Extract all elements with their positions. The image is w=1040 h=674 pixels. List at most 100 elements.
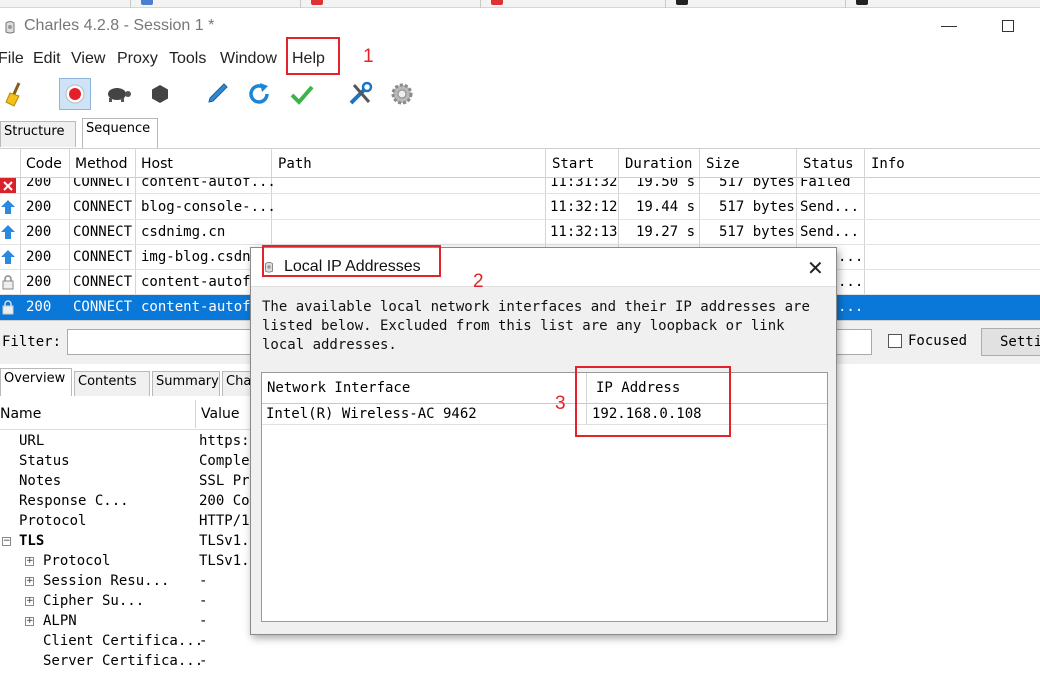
dialog-description: The available local network interfaces a… <box>262 299 810 353</box>
tree-value: SSL Pr <box>199 473 250 489</box>
sequence-table-header: Code Method Host Path Start Duration Siz… <box>0 148 1040 178</box>
upload-arrow-icon <box>1 250 15 264</box>
col-path[interactable]: Path <box>278 156 312 172</box>
col-code[interactable]: Code <box>26 156 62 172</box>
table-row[interactable]: Intel(R) Wireless-AC 9462 192.168.0.108 <box>262 404 827 425</box>
os-tab-strip <box>0 0 1040 8</box>
col-start[interactable]: Start <box>552 156 594 172</box>
title-bar: Charles 4.2.8 - Session 1 * <box>0 8 1040 46</box>
os-tab[interactable] <box>665 0 845 8</box>
menu-tools[interactable]: Tools <box>169 50 206 68</box>
clear-session-button[interactable] <box>0 78 32 110</box>
col-method[interactable]: Method <box>75 156 128 172</box>
maximize-button[interactable] <box>1002 20 1014 32</box>
repeat-button[interactable] <box>243 78 275 110</box>
col-status[interactable]: Status <box>803 156 854 172</box>
local-ip-dialog: Local IP Addresses ✕ The available local… <box>250 247 837 635</box>
col-network-interface[interactable]: Network Interface <box>267 380 410 396</box>
annotation-number-1: 1 <box>363 46 374 67</box>
tree-value: https: <box>199 433 250 449</box>
record-button[interactable] <box>59 78 91 110</box>
tree-item[interactable]: URL <box>19 433 44 449</box>
upload-arrow-icon <box>1 225 15 239</box>
pen-icon <box>208 83 228 103</box>
annotation-number-3: 3 <box>555 393 566 414</box>
tree-item[interactable]: Server Certifica... <box>43 653 203 669</box>
tree-value: - <box>199 653 208 669</box>
expand-toggle[interactable]: + <box>25 577 34 586</box>
focused-checkbox[interactable] <box>888 334 902 348</box>
tree-item[interactable]: Cipher Su... <box>43 593 144 609</box>
tree-item[interactable]: Status <box>19 453 70 469</box>
tree-item[interactable]: Protocol <box>43 553 110 569</box>
table-row[interactable]: 200 CONNECT content-autof... 11:31:32 19… <box>0 178 1040 194</box>
filter-label: Filter: <box>2 334 62 350</box>
close-icon[interactable]: ✕ <box>807 256 824 280</box>
tree-value: - <box>199 593 208 609</box>
interface-name: Intel(R) Wireless-AC 9462 <box>266 406 477 422</box>
validate-button[interactable] <box>286 78 318 110</box>
col-info[interactable]: Info <box>871 156 905 172</box>
tab-contents[interactable]: Contents <box>74 371 150 396</box>
expand-toggle[interactable]: + <box>25 617 34 626</box>
throttle-button[interactable] <box>102 78 134 110</box>
os-tab[interactable] <box>845 0 1040 8</box>
tab-sequence[interactable]: Sequence <box>82 118 158 148</box>
menu-window[interactable]: Window <box>220 50 277 68</box>
turtle-icon <box>108 88 131 102</box>
minimize-button[interactable] <box>941 26 957 27</box>
window-title: Charles 4.2.8 - Session 1 * <box>24 17 215 34</box>
tree-item[interactable]: Protocol <box>19 513 86 529</box>
tree-value: - <box>199 573 208 589</box>
tab-structure[interactable]: Structure <box>0 121 76 147</box>
menu-edit[interactable]: Edit <box>33 50 61 68</box>
toolbar <box>0 74 1040 114</box>
os-tab[interactable] <box>300 0 480 8</box>
tree-item[interactable]: ALPN <box>43 613 77 629</box>
table-row[interactable]: 200 CONNECT csdnimg.cn 11:32:13 19.27 s … <box>0 220 1040 245</box>
col-duration[interactable]: Duration <box>625 156 692 172</box>
settings-button[interactable]: Setti <box>981 328 1040 356</box>
tree-value: TLSv1. <box>199 533 250 549</box>
col-host[interactable]: Host <box>141 156 173 172</box>
os-tab[interactable] <box>130 0 300 8</box>
lock-icon <box>2 300 14 315</box>
ip-address-table: Network Interface IP Address Intel(R) Wi… <box>261 372 828 622</box>
table-row[interactable]: 200 CONNECT blog-console-... 11:32:12 19… <box>0 195 1040 220</box>
tree-item[interactable]: Notes <box>19 473 61 489</box>
annotation-box-ip-address <box>575 366 731 437</box>
error-x-icon <box>0 178 16 193</box>
tree-item[interactable]: Response C... <box>19 493 129 509</box>
settings-button[interactable] <box>386 78 418 110</box>
annotation-box-dialog-title <box>262 245 441 277</box>
menu-view[interactable]: View <box>71 50 105 68</box>
breakpoints-button[interactable] <box>144 78 176 110</box>
menu-file[interactable]: File <box>0 50 24 68</box>
refresh-icon <box>249 83 269 104</box>
tab-summary[interactable]: Summary <box>152 371 220 396</box>
tree-item[interactable]: Client Certifica... <box>43 633 203 649</box>
compose-button[interactable] <box>201 78 233 110</box>
tree-value: TLSv1. <box>199 553 250 569</box>
hexagon-stop-icon <box>152 85 168 103</box>
collapse-toggle[interactable]: − <box>2 537 11 546</box>
menu-proxy[interactable]: Proxy <box>117 50 158 68</box>
record-icon <box>65 84 85 104</box>
os-tab[interactable] <box>480 0 665 8</box>
tree-value: - <box>199 613 208 629</box>
overview-value-header: Value <box>201 406 240 422</box>
expand-toggle[interactable]: + <box>25 557 34 566</box>
tree-item-tls[interactable]: TLS <box>19 533 44 549</box>
tab-overview[interactable]: Overview <box>0 368 72 396</box>
annotation-box-help <box>286 37 340 75</box>
col-size[interactable]: Size <box>706 156 740 172</box>
ip-table-header: Network Interface IP Address <box>262 373 827 404</box>
expand-toggle[interactable]: + <box>25 597 34 606</box>
tree-item[interactable]: Session Resu... <box>43 573 169 589</box>
broom-icon <box>5 82 21 107</box>
upload-arrow-icon <box>1 200 15 214</box>
overview-name-header: Name <box>0 406 42 422</box>
dialog-body: The available local network interfaces a… <box>251 286 836 634</box>
annotation-number-2: 2 <box>473 271 484 292</box>
tools-button[interactable] <box>344 78 376 110</box>
